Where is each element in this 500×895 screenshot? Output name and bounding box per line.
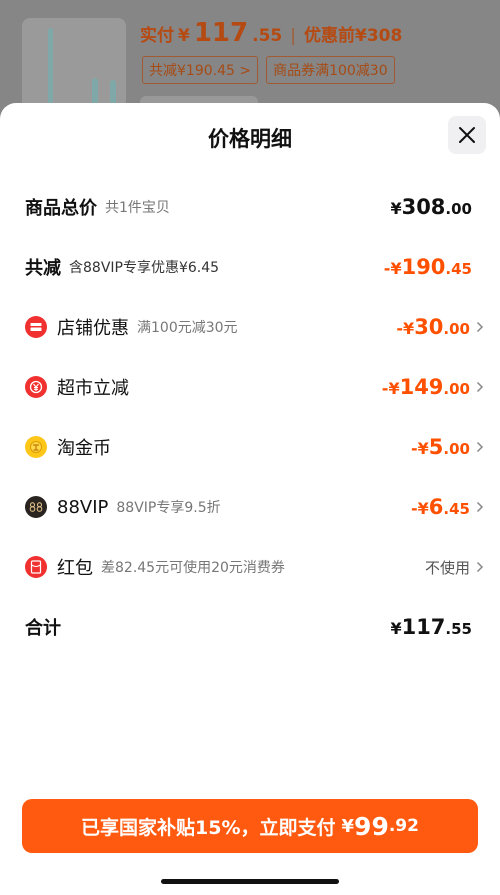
red-packet-label: 红包: [57, 558, 93, 579]
supermarket-amount: -¥ 149.00: [381, 375, 470, 399]
pay-button-dec: .92: [388, 816, 419, 836]
88vip-amount: -¥ 6.45: [411, 495, 470, 519]
store-discount-amount: -¥ 30.00: [396, 315, 470, 339]
sum-label: 合计: [25, 618, 61, 639]
red-packet-value: 不使用: [424, 558, 470, 577]
reduction-amount: -¥ 190.45: [383, 255, 472, 279]
goods-total-sub: 共1件宝贝: [105, 200, 170, 216]
pay-button-int: 99: [354, 811, 389, 841]
chevron-right-icon: [476, 440, 486, 454]
88vip-label: 88VIP: [57, 496, 109, 518]
chevron-right-icon: [476, 560, 486, 574]
reduction-sub: 含88VIP专享优惠¥6.45: [69, 260, 220, 276]
88vip-icon: [25, 496, 47, 518]
paid-dec: .55: [252, 26, 283, 46]
paid-price: 实付 ¥ 117 .55 | 优惠前¥308: [140, 18, 402, 48]
pay-button-currency: ¥: [341, 815, 355, 837]
close-button[interactable]: [448, 116, 486, 154]
original-price: 优惠前¥308: [303, 26, 403, 46]
supermarket-icon: [25, 376, 47, 398]
paid-int: 117: [193, 18, 249, 48]
product-card-dimmed: 实付 ¥ 117 .55 | 优惠前¥308 共减¥190.45 > 商品券满1…: [0, 0, 500, 120]
store-discount-sub: 满100元减30元: [137, 320, 238, 336]
pay-button-text: 已享国家补贴15%，立即支付: [81, 816, 336, 839]
tag-coupon: 商品券满100减30: [266, 56, 395, 84]
row-store-discount[interactable]: 店铺优惠 满100元减30元 -¥ 30.00: [0, 307, 500, 347]
gold-coin-amount: -¥ 5.00: [411, 435, 470, 459]
sum-amount: ¥117.55: [390, 615, 472, 639]
gold-coin-label: 淘金币: [57, 438, 111, 459]
price-detail-sheet: 价格明细 商品总价 共1件宝贝 ¥308.00 共减 含88VIP专享优惠¥6.…: [0, 103, 500, 895]
red-packet-icon: [25, 556, 47, 578]
tag-total-reduction: 共减¥190.45 >: [142, 56, 259, 84]
home-indicator[interactable]: [161, 879, 339, 884]
reduction-label: 共减: [25, 258, 61, 279]
paid-currency: ¥: [178, 26, 190, 46]
chevron-right-icon: [476, 380, 486, 394]
store-discount-label: 店铺优惠: [57, 318, 129, 339]
discount-tags: 共减¥190.45 > 商品券满100减30: [142, 56, 395, 84]
goods-total-amount: ¥308.00: [390, 195, 472, 219]
88vip-sub: 88VIP专享9.5折: [116, 500, 221, 516]
paid-label: 实付: [140, 26, 174, 46]
row-supermarket-discount[interactable]: 超市立减 -¥ 149.00: [0, 367, 500, 407]
gold-coin-icon: [25, 436, 47, 458]
row-88vip[interactable]: 88VIP 88VIP专享9.5折 -¥ 6.45: [0, 487, 500, 527]
store-coupon-icon: [25, 316, 47, 338]
supermarket-label: 超市立减: [57, 378, 129, 399]
row-goods-total: 商品总价 共1件宝贝 ¥308.00: [0, 187, 500, 227]
chevron-right-icon: [476, 320, 486, 334]
row-red-packet[interactable]: 红包 差82.45元可使用20元消费券 不使用: [0, 547, 500, 587]
pay-now-button[interactable]: 已享国家补贴15%，立即支付 ¥ 99 .92: [22, 799, 478, 853]
row-sum: 合计 ¥117.55: [0, 607, 500, 647]
row-total-reduction: 共减 含88VIP专享优惠¥6.45 -¥ 190.45: [0, 247, 500, 287]
red-packet-sub: 差82.45元可使用20元消费券: [101, 560, 285, 576]
goods-total-label: 商品总价: [25, 198, 97, 219]
row-gold-coin[interactable]: 淘金币 -¥ 5.00: [0, 427, 500, 467]
separator: |: [290, 26, 296, 46]
chevron-right-icon: [476, 500, 486, 514]
sheet-title: 价格明细: [208, 127, 292, 151]
close-icon: [459, 127, 475, 143]
